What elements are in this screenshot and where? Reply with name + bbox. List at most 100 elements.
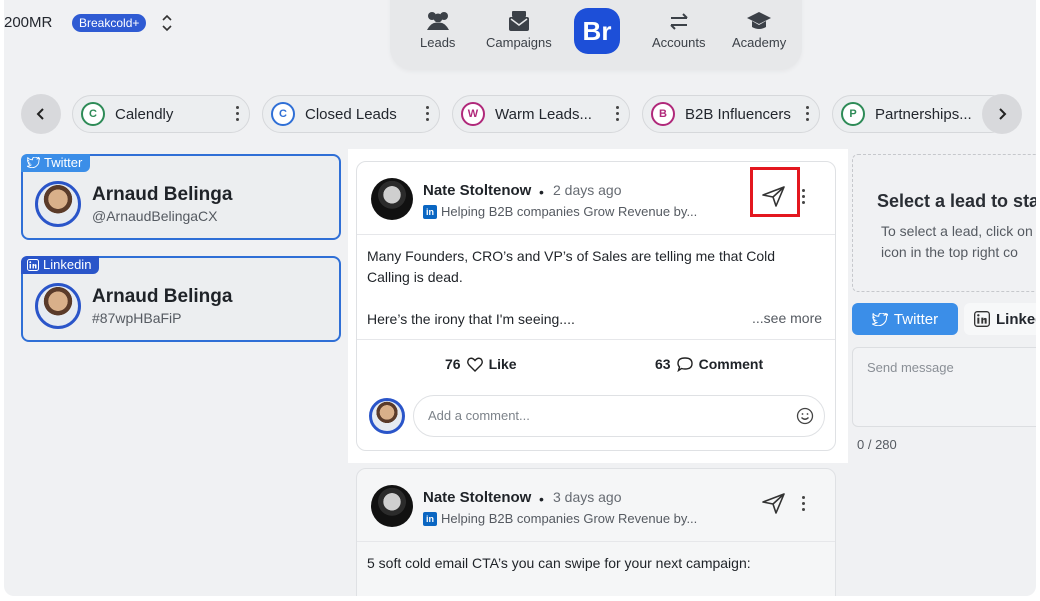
plan-badge: Breakcold+: [72, 14, 147, 32]
list-chip-calendly[interactable]: C Calendly: [72, 95, 250, 133]
nav-accounts[interactable]: Accounts: [652, 10, 705, 50]
message-input[interactable]: Send message: [852, 347, 1036, 427]
comment-placeholder: Add a comment...: [428, 408, 530, 423]
comment-count: 63: [655, 356, 671, 372]
select-lead-desc-line2: icon in the top right co: [881, 244, 1018, 260]
tab-linkedin[interactable]: Linked: [964, 303, 1036, 335]
author-headline: in Helping B2B companies Grow Revenue by…: [423, 511, 697, 526]
message-placeholder: Send message: [867, 360, 954, 375]
list-initial: C: [81, 102, 105, 126]
lead-name: Arnaud Belinga: [92, 184, 233, 205]
comment-input[interactable]: Add a comment...: [413, 395, 825, 437]
author-avatar[interactable]: [371, 485, 413, 527]
post-body: Many Founders, CRO’s and VP’s of Sales a…: [367, 246, 777, 351]
comment-label: Comment: [698, 356, 764, 372]
network-tag: Linkedin: [21, 256, 100, 274]
comment-icon: [676, 356, 693, 372]
list-label: Partnerships...: [875, 105, 972, 123]
chevron-left-icon: [36, 108, 44, 120]
main-nav: Leads Campaigns Br Accounts Academy: [390, 0, 802, 70]
character-counter: 0 / 280: [857, 437, 897, 452]
breakcold-logo[interactable]: Br: [574, 8, 620, 54]
more-vertical-icon[interactable]: [425, 106, 429, 124]
like-count: 76: [445, 356, 461, 372]
lead-name: Arnaud Belinga: [92, 286, 233, 307]
comment-button[interactable]: 63 Comment: [655, 356, 763, 372]
list-initial: B: [651, 102, 675, 126]
campaigns-icon: [508, 11, 529, 31]
more-vertical-icon[interactable]: [615, 106, 619, 124]
post-author[interactable]: Nate Stoltenow: [423, 489, 531, 506]
nav-academy[interactable]: Academy: [732, 10, 786, 50]
nav-accounts-label: Accounts: [652, 35, 706, 50]
list-initial: P: [841, 102, 865, 126]
list-label: Warm Leads...: [495, 105, 592, 123]
workspace-name[interactable]: 200MR: [4, 14, 52, 31]
leads-icon: [426, 12, 449, 30]
divider: [357, 339, 835, 340]
heart-icon: [466, 357, 483, 372]
nav-leads[interactable]: Leads: [420, 10, 455, 50]
like-button[interactable]: 76 Like: [445, 356, 517, 372]
lists-prev-button[interactable]: [21, 94, 61, 134]
headline-text: Helping B2B companies Grow Revenue by...: [441, 511, 698, 526]
tab-twitter[interactable]: Twitter: [852, 303, 958, 335]
nav-campaigns[interactable]: Campaigns: [486, 10, 552, 50]
send-icon-highlight: [750, 167, 800, 217]
post-paragraph: Many Founders, CRO’s and VP’s of Sales a…: [367, 248, 776, 285]
twitter-icon: [27, 157, 40, 168]
separator-dot: •: [539, 491, 544, 507]
list-label: Closed Leads: [305, 105, 397, 123]
author-headline: in Helping B2B companies Grow Revenue by…: [423, 204, 697, 219]
post-paragraph: 5 soft cold email CTA’s you can swipe fo…: [367, 555, 751, 571]
divider: [357, 234, 835, 235]
more-vertical-icon[interactable]: [235, 106, 239, 124]
lead-card-twitter[interactable]: Twitter Arnaud Belinga @ArnaudBelingaCX: [21, 154, 341, 240]
emoji-icon[interactable]: [796, 407, 814, 425]
more-vertical-icon[interactable]: [801, 496, 805, 514]
separator-dot: •: [539, 184, 544, 200]
network-tag: Twitter: [21, 154, 91, 172]
nav-campaigns-label: Campaigns: [486, 35, 552, 50]
workspace-switch-icon[interactable]: [160, 12, 174, 34]
select-lead-placeholder: Select a lead to sta To select a lead, c…: [852, 154, 1036, 292]
post-time: 2 days ago: [553, 182, 622, 198]
like-label: Like: [488, 356, 517, 372]
more-vertical-icon[interactable]: [805, 106, 809, 124]
select-lead-desc-line1: To select a lead, click on: [881, 223, 1033, 239]
accounts-icon: [670, 13, 688, 30]
avatar: [35, 283, 81, 329]
my-avatar: [369, 398, 405, 434]
lead-card-linkedin[interactable]: Linkedin Arnaud Belinga #87wpHBaFiP: [21, 256, 341, 342]
author-avatar[interactable]: [371, 178, 413, 220]
post-body: 5 soft cold email CTA’s you can swipe fo…: [367, 553, 777, 595]
more-vertical-icon[interactable]: [801, 189, 805, 207]
nav-leads-label: Leads: [420, 35, 456, 50]
network-label: Linkedin: [43, 257, 92, 272]
tab-twitter-label: Twitter: [893, 310, 939, 328]
list-chip-closed-leads[interactable]: C Closed Leads: [262, 95, 440, 133]
linkedin-icon: [974, 311, 990, 327]
app-window: 200MR Breakcold+ Leads Campaigns Br Acco…: [4, 0, 1036, 596]
list-chip-b2b-influencers[interactable]: B B2B Influencers: [642, 95, 820, 133]
avatar: [35, 181, 81, 227]
headline-text: Helping B2B companies Grow Revenue by...: [441, 204, 698, 219]
send-icon[interactable]: [761, 491, 787, 515]
list-initial: W: [461, 102, 485, 126]
network-label: Twitter: [44, 155, 83, 170]
twitter-icon: [871, 312, 888, 326]
see-more-link[interactable]: ...see more: [752, 310, 822, 326]
list-chip-warm-leads[interactable]: W Warm Leads...: [452, 95, 630, 133]
nav-academy-label: Academy: [732, 35, 787, 50]
divider: [357, 541, 835, 542]
select-lead-description: To select a lead, click on icon in the t…: [881, 221, 1033, 263]
chevron-right-icon: [999, 108, 1007, 120]
lead-handle: #87wpHBaFiP: [92, 310, 182, 326]
academy-icon: [747, 12, 772, 29]
post-paragraph: Here’s the irony that I'm seeing....: [367, 311, 575, 327]
list-label: Calendly: [115, 105, 174, 123]
post-author[interactable]: Nate Stoltenow: [423, 182, 531, 199]
post-time: 3 days ago: [553, 489, 622, 505]
list-label: B2B Influencers: [685, 105, 791, 123]
lists-next-button[interactable]: [982, 94, 1022, 134]
